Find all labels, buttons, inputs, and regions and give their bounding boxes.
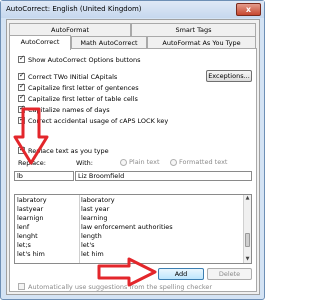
autocorrect-entries-list[interactable]: labratory laboratory lastyear last year … [14,194,252,264]
list-item[interactable]: labratory laboratory [15,196,243,205]
with-label: With: [76,159,93,167]
radio-formatted-text[interactable] [170,158,177,166]
option-label: Capitalize names of days [28,105,110,114]
entry-to: length [81,232,102,240]
entry-from: labratory [17,196,47,204]
with-input[interactable]: Liz Broomfield [75,171,252,181]
option-capitalize-days[interactable]: Capitalize names of days [18,104,110,114]
autocorrect-panel: Show AutoCorrect Options buttons Correct… [9,48,257,292]
option-two-initial-capitals[interactable]: Correct TWo INitial CApitals [18,71,118,81]
option-label: Automatically use suggestions from the s… [28,282,213,291]
checkbox[interactable] [18,283,25,290]
option-show-buttons[interactable]: Show AutoCorrect Options buttons [18,54,141,64]
entry-to: last year [81,205,110,213]
entry-to: learning [81,214,108,222]
entry-to: let's [81,241,95,249]
option-capitalize-table-cells[interactable]: Capitalize first letter of table cells [18,93,138,103]
list-item[interactable]: let's him let him [15,250,243,259]
checkbox[interactable] [18,71,25,80]
scroll-up-icon[interactable]: ▲ [244,195,251,202]
title-bar: AutoCorrect: English (United Kingdom) x [1,1,264,18]
option-label: Capitalize first letter of gentences [28,83,139,92]
checkbox[interactable] [18,145,25,154]
tab-smart-tags[interactable]: Smart Tags [131,23,256,36]
scroll-down-icon[interactable]: ▼ [244,256,251,263]
scroll-thumb[interactable] [245,233,250,247]
option-capitalize-sentences[interactable]: Capitalize first letter of gentences [18,82,139,92]
entry-from: lastyear [17,205,44,213]
entry-to: law enforcement authorities [81,223,173,231]
entry-from: lenf [17,223,30,231]
entry-to: let him [81,250,104,258]
option-caps-lock[interactable]: Correct accidental usage of cAPS LOCK ke… [18,115,169,125]
exceptions-button[interactable]: Exceptions... [206,70,252,82]
close-button[interactable]: x [236,3,261,16]
dialog-body: AutoFormat Smart Tags AutoCorrect Math A… [6,19,260,295]
entry-from: let;s [17,241,31,249]
entry-from: lenght [17,232,38,240]
replace-input[interactable]: lb [14,171,74,181]
option-label: Show AutoCorrect Options buttons [28,55,141,64]
option-label: Correct TWo INitial CApitals [28,72,118,81]
option-label: Capitalize first letter of table cells [28,94,138,103]
formatted-text-option[interactable]: Formatted text [170,158,227,166]
entry-from: learnign [17,214,44,222]
option-label: Correct accidental usage of cAPS LOCK ke… [28,116,169,125]
list-item[interactable]: lenght length [15,232,243,241]
list-item[interactable]: lenf law enforcement authorities [15,223,243,232]
list-item[interactable]: learnign learning [15,214,243,223]
checkbox[interactable] [18,82,25,91]
option-replace-as-you-type[interactable]: Replace text as you type [18,145,109,155]
formatted-text-label: Formatted text [179,158,228,166]
list-scrollbar[interactable]: ▲ ▼ [243,195,251,263]
window-title: AutoCorrect: English (United Kingdom) [6,5,142,13]
checkbox[interactable] [18,115,25,124]
tab-autocorrect[interactable]: AutoCorrect [9,35,71,50]
list-item[interactable]: let;s let's [15,241,243,250]
add-button[interactable]: Add [158,268,204,280]
plain-text-label: Plain text [129,158,160,166]
entry-from: let's him [17,250,45,258]
checkbox[interactable] [18,54,25,63]
checkbox[interactable] [18,104,25,113]
autocorrect-dialog: AutoCorrect: English (United Kingdom) x … [0,0,265,300]
entry-to: laboratory [81,196,115,204]
list-item[interactable]: lastyear last year [15,205,243,214]
delete-button[interactable]: Delete [207,268,252,280]
checkbox[interactable] [18,93,25,102]
option-spelling-suggestions[interactable]: Automatically use suggestions from the s… [18,282,212,291]
replace-label: Replace: [18,159,46,167]
radio-plain-text[interactable] [120,158,127,166]
option-label: Replace text as you type [28,146,109,155]
plain-text-option[interactable]: Plain text [120,158,160,166]
